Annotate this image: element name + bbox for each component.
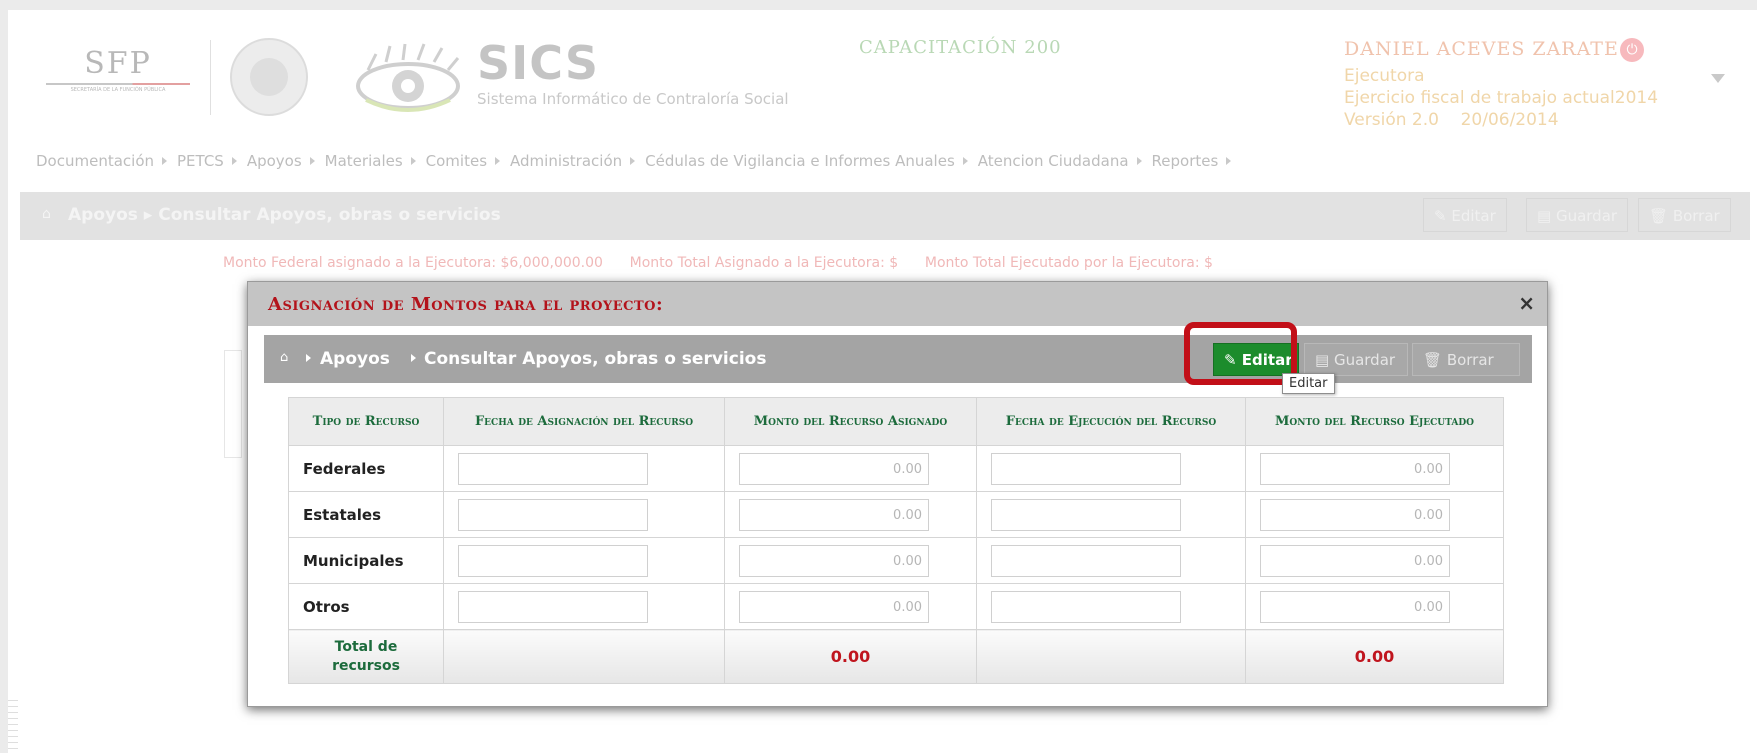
fecha-ejecucion-input[interactable] <box>991 498 1181 531</box>
user-name: DANIEL ACEVES ZARATE <box>1344 38 1619 60</box>
fecha-asignacion-input[interactable] <box>458 590 648 623</box>
monto-ejecutado-input[interactable]: 0.00 <box>1260 590 1450 623</box>
total-empty-cell <box>976 629 1246 684</box>
modal-delete-button[interactable]: 🗑 Borrar <box>1412 343 1520 376</box>
home-icon[interactable]: ⌂ <box>280 350 288 365</box>
edit-tooltip: Editar <box>1282 373 1335 394</box>
user-menu-caret-icon[interactable] <box>1711 74 1725 83</box>
column-header: Fecha de Asignación del Recurso <box>443 397 725 446</box>
table-row: Municipales 0.00 0.00 <box>288 537 1504 584</box>
menu-item-petcs[interactable]: PETCS <box>177 152 237 170</box>
breadcrumb-bar: ⌂ Apoyos ▸ Consultar Apoyos, obras o ser… <box>20 192 1750 240</box>
main-menu: Documentación PETCS Apoyos Materiales Co… <box>36 152 1241 170</box>
page: SFP SECRETARÍA DE LA FUNCIÓN PÚBLICA SIC… <box>0 0 1757 753</box>
breadcrumb: Apoyos ▸ Consultar Apoyos, obras o servi… <box>68 205 501 225</box>
total-asignado: 0.00 <box>724 629 977 684</box>
app-shell: SFP SECRETARÍA DE LA FUNCIÓN PÚBLICA SIC… <box>8 10 1757 753</box>
montos-modal: Asignación de Montos para el proyecto: ×… <box>247 281 1548 707</box>
delete-button[interactable]: 🗑 Borrar <box>1638 198 1731 232</box>
resource-type: Federales <box>288 445 444 492</box>
fecha-ejecucion-input[interactable] <box>991 590 1181 623</box>
background-panel <box>224 350 242 458</box>
column-header: Fecha de Ejecución del Recurso <box>976 397 1246 446</box>
fecha-asignacion-input[interactable] <box>458 452 648 485</box>
column-header: Monto del Recurso Ejecutado <box>1245 397 1504 446</box>
resource-type: Otros <box>288 583 444 630</box>
table-row: Otros 0.00 0.00 <box>288 583 1504 630</box>
sfp-logo-subtext: SECRETARÍA DE LA FUNCIÓN PÚBLICA <box>70 87 166 93</box>
total-ejecutado: 0.00 <box>1245 629 1504 684</box>
resource-type: Municipales <box>288 537 444 584</box>
menu-item-cedulas[interactable]: Cédulas de Vigilancia e Informes Anuales <box>645 152 968 170</box>
edit-button[interactable]: ✎ Editar <box>1423 198 1507 232</box>
monto-ejecutado-input[interactable]: 0.00 <box>1260 544 1450 577</box>
sfp-logo-text: SFP <box>84 46 152 81</box>
version-line: Versión 2.0 20/06/2014 <box>1344 110 1559 130</box>
save-button[interactable]: ▤ Guardar <box>1526 198 1629 232</box>
fecha-ejecucion-input[interactable] <box>991 452 1181 485</box>
modal-title: Asignación de Montos para el proyecto: <box>268 294 664 315</box>
header: SFP SECRETARÍA DE LA FUNCIÓN PÚBLICA SIC… <box>8 10 1757 131</box>
monto-ejecutado-input[interactable]: 0.00 <box>1260 498 1450 531</box>
modal-breadcrumb-bar: ⌂ Apoyos Consultar Apoyos, obras o servi… <box>264 335 1532 383</box>
monto-asignado-input[interactable]: 0.00 <box>739 590 929 623</box>
scroll-lines <box>8 700 18 753</box>
logo-divider <box>210 40 211 115</box>
menu-item-comites[interactable]: Comites <box>426 152 501 170</box>
table-row: Estatales 0.00 0.00 <box>288 491 1504 538</box>
sfp-logo: SFP SECRETARÍA DE LA FUNCIÓN PÚBLICA <box>38 46 198 93</box>
menu-item-documentacion[interactable]: Documentación <box>36 152 168 170</box>
modal-save-button[interactable]: ▤ Guardar <box>1304 343 1408 376</box>
power-icon[interactable]: ⏻ <box>1620 38 1644 62</box>
sics-eye-icon <box>356 43 460 112</box>
menu-item-reportes[interactable]: Reportes <box>1152 152 1232 170</box>
fecha-ejecucion-input[interactable] <box>991 544 1181 577</box>
monto-asignado-input[interactable]: 0.00 <box>739 452 929 485</box>
monto-summary: Monto Federal asignado a la Ejecutora: $… <box>223 255 1213 271</box>
monto-asignado-input[interactable]: 0.00 <box>739 544 929 577</box>
total-row: Total de recursos 0.00 0.00 <box>288 629 1504 684</box>
breadcrumb-section[interactable]: Apoyos <box>320 349 390 369</box>
column-header: Monto del Recurso Asignado <box>724 397 977 446</box>
environment-label: CAPACITACIÓN 200 <box>859 37 1062 58</box>
mexico-seal-icon <box>230 38 308 116</box>
app-subtitle: Sistema Informático de Contraloría Socia… <box>477 90 789 108</box>
menu-item-materiales[interactable]: Materiales <box>325 152 416 170</box>
fiscal-year: Ejercicio fiscal de trabajo actual2014 <box>1344 88 1659 108</box>
total-empty-cell <box>443 629 725 684</box>
highlight-box <box>1184 322 1297 385</box>
home-icon[interactable]: ⌂ <box>42 206 51 222</box>
montos-table: Tipo de Recurso Fecha de Asignación del … <box>288 397 1504 684</box>
resource-type: Estatales <box>288 491 444 538</box>
monto-asignado-input[interactable]: 0.00 <box>739 498 929 531</box>
menu-item-atencion[interactable]: Atencion Ciudadana <box>978 152 1142 170</box>
table-header-row: Tipo de Recurso Fecha de Asignación del … <box>288 397 1504 446</box>
table-row: Federales 0.00 0.00 <box>288 445 1504 492</box>
fecha-asignacion-input[interactable] <box>458 544 648 577</box>
close-icon[interactable]: × <box>1518 291 1535 315</box>
column-header: Tipo de Recurso <box>288 397 444 446</box>
modal-header: Asignación de Montos para el proyecto: × <box>248 282 1547 326</box>
fecha-asignacion-input[interactable] <box>458 498 648 531</box>
total-label: Total de recursos <box>288 629 444 684</box>
user-info: Ejecutora Ejercicio fiscal de trabajo ac… <box>1344 65 1658 131</box>
menu-item-apoyos[interactable]: Apoyos <box>247 152 315 170</box>
monto-ejecutado-input[interactable]: 0.00 <box>1260 452 1450 485</box>
user-role: Ejecutora <box>1344 66 1425 86</box>
menu-item-administracion[interactable]: Administración <box>510 152 636 170</box>
breadcrumb-page: Consultar Apoyos, obras o servicios <box>424 349 767 369</box>
app-title: SICS <box>477 36 599 90</box>
